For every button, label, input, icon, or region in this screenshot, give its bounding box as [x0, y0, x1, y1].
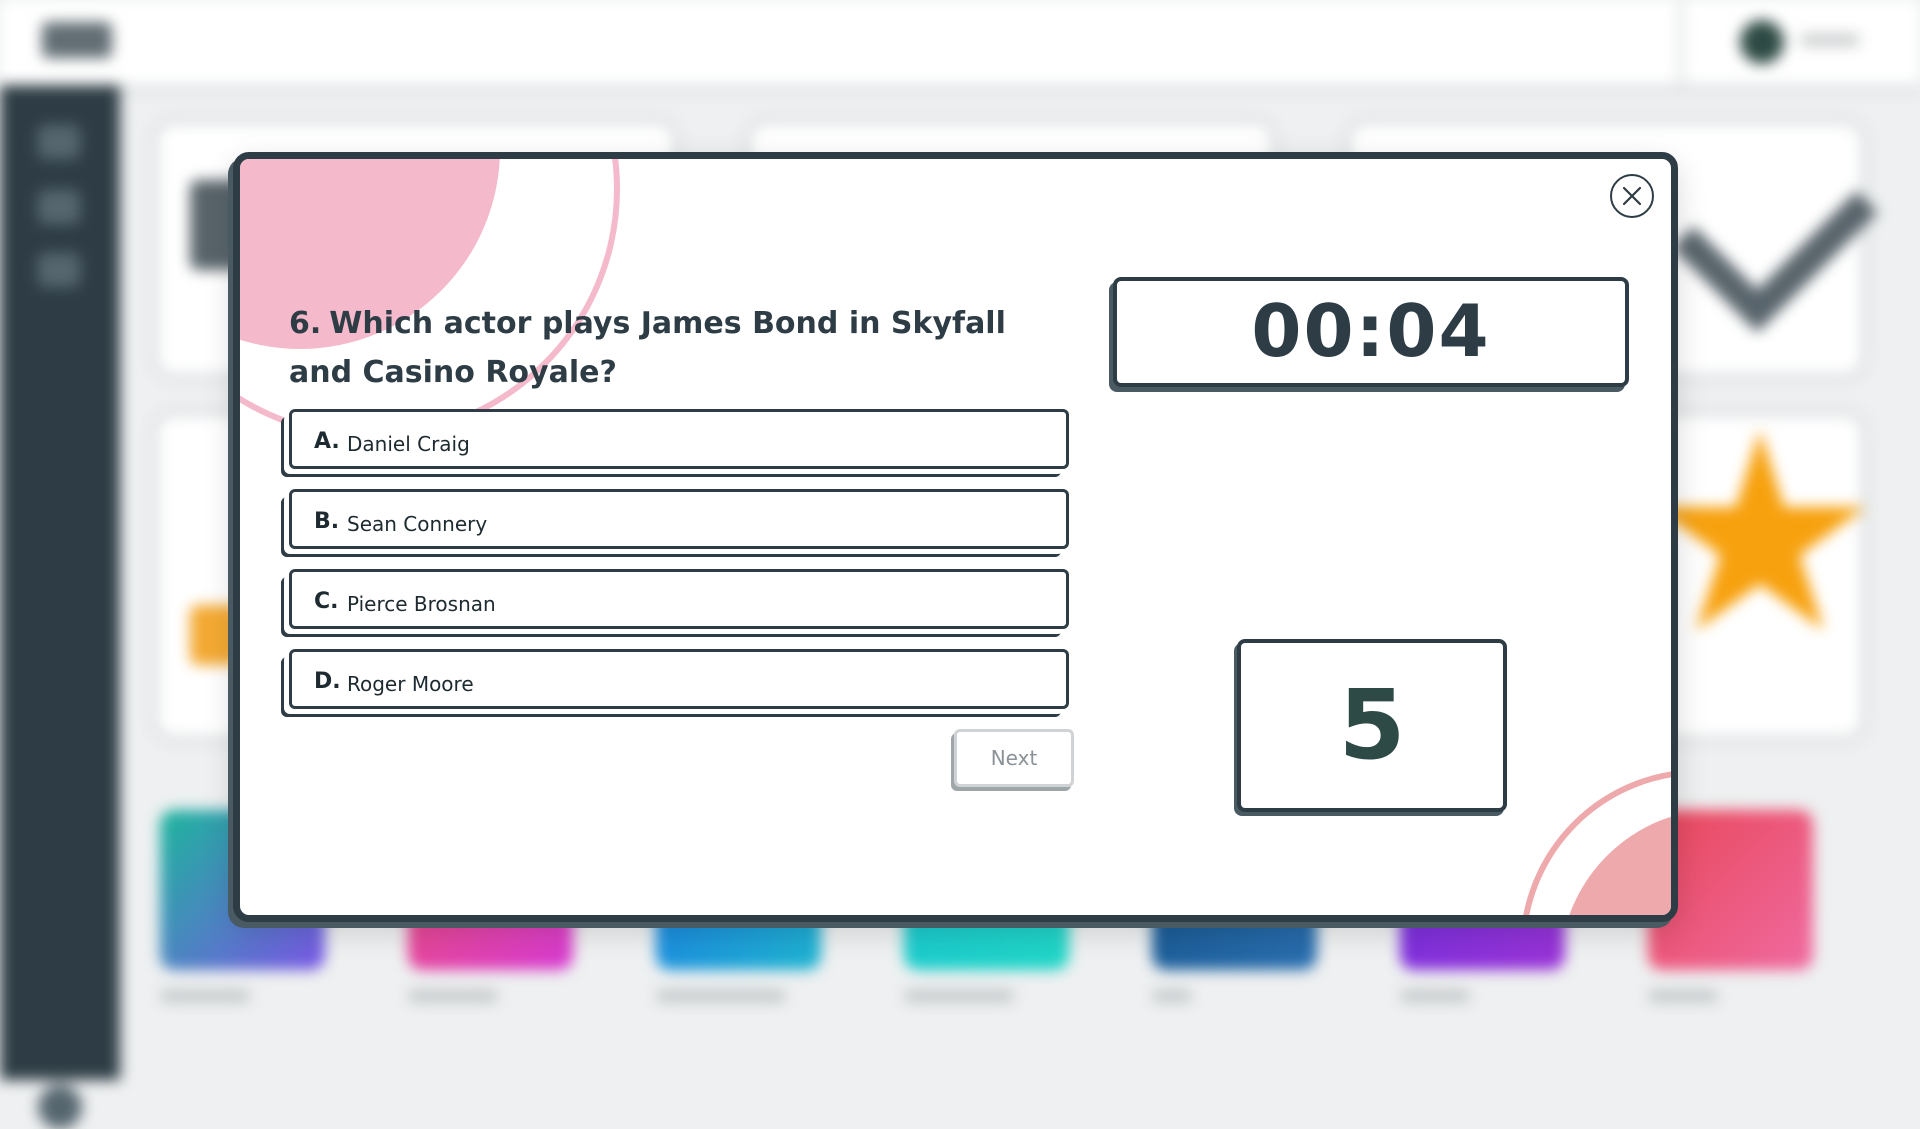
tile-caption	[1400, 990, 1470, 1002]
tile-caption	[160, 990, 250, 1002]
question-heading: 6. Which actor plays James Bond in Skyfal…	[289, 299, 1049, 397]
tile-caption	[1152, 990, 1192, 1002]
tile-caption	[408, 990, 498, 1002]
sidebar	[0, 85, 120, 1129]
user-name-placeholder	[1800, 34, 1860, 46]
sidebar-grid-icon	[38, 125, 80, 159]
tile-caption	[1648, 990, 1718, 1002]
answer-text: Sean Connery	[347, 512, 488, 536]
tile-caption	[904, 990, 1014, 1002]
answer-letter: C.	[314, 589, 339, 614]
countdown-timer: 00:04	[1113, 277, 1629, 387]
close-icon	[1622, 186, 1642, 206]
answer-list: A. Daniel Craig B. Sean Connery C. Pierc…	[289, 409, 1069, 729]
sidebar-people-icon	[38, 253, 80, 287]
top-bar	[0, 0, 1920, 91]
answer-letter: A.	[314, 429, 340, 454]
answer-text: Roger Moore	[347, 672, 474, 696]
answer-option-b[interactable]: B. Sean Connery	[289, 489, 1069, 549]
app-logo	[42, 22, 112, 58]
settings-icon	[38, 1085, 82, 1129]
answer-letter: D.	[314, 669, 341, 694]
quiz-dialog: 6. Which actor plays James Bond in Skyfal…	[233, 152, 1678, 922]
question-number: 6.	[289, 306, 322, 341]
answer-option-d[interactable]: D. Roger Moore	[289, 649, 1069, 709]
question-text: Which actor plays James Bond in Skyfall …	[289, 306, 1006, 390]
tile-caption	[656, 990, 786, 1002]
next-button[interactable]: Next	[954, 729, 1074, 787]
answer-text: Pierce Brosnan	[347, 592, 496, 616]
avatar	[1740, 20, 1784, 64]
answer-text: Daniel Craig	[347, 432, 470, 456]
top-bar-divider	[1678, 0, 1684, 85]
answer-letter: B.	[314, 509, 340, 534]
answer-option-c[interactable]: C. Pierce Brosnan	[289, 569, 1069, 629]
score-display: 5	[1237, 639, 1507, 812]
sidebar-home-icon	[38, 190, 80, 224]
close-button[interactable]	[1610, 174, 1654, 218]
answer-option-a[interactable]: A. Daniel Craig	[289, 409, 1069, 469]
